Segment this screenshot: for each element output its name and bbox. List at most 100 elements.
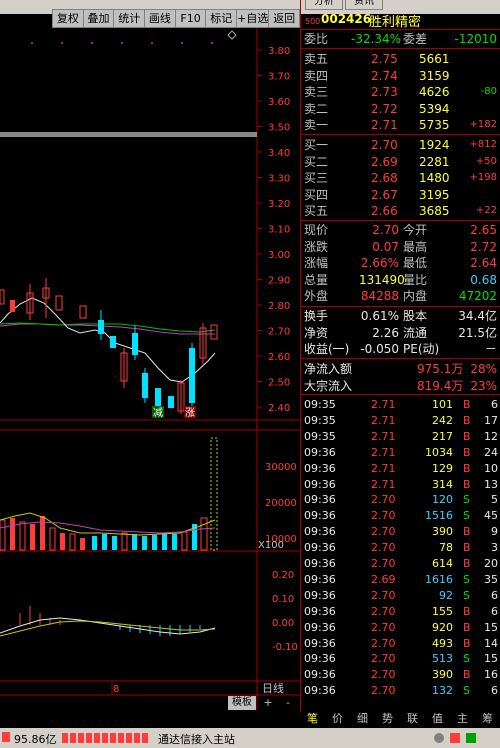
trade-price: 2.71 — [371, 461, 396, 475]
trade-side: B — [463, 541, 471, 555]
ask-row: 卖五 2.75 5661 — [301, 51, 500, 67]
trade-volume: 242 — [432, 413, 453, 427]
quote-value: 2.66% — [360, 256, 399, 270]
trade-row: 09:36 2.71 129 B 10 — [301, 461, 500, 477]
bid-change: +50 — [475, 155, 497, 167]
trade-time: 09:35 — [304, 398, 336, 411]
price-tick-label: 3.60 — [268, 97, 290, 108]
period-label[interactable]: 日线 — [262, 682, 298, 696]
toolbar-back[interactable]: 返回 — [269, 10, 299, 27]
trade-price: 2.70 — [371, 588, 396, 602]
trade-price: 2.70 — [371, 525, 396, 539]
trade-side: S — [463, 509, 470, 523]
quote-value: 2.72 — [470, 239, 497, 254]
quote-value: 0.68 — [470, 272, 497, 287]
toolbar-mark[interactable]: 标记 — [206, 10, 238, 27]
ask-row: 卖一 2.71 5735 +182 — [301, 117, 500, 133]
candlesticks — [0, 278, 218, 414]
trade-volume: 120 — [432, 493, 453, 507]
bid-row: 买三 2.68 1480 +198 — [301, 170, 500, 186]
trade-side: B — [463, 413, 471, 427]
right-tab-4[interactable]: 联 — [400, 712, 425, 726]
trade-count: 12 — [484, 429, 498, 443]
macd-axis: 0.20 0.10 0.00 -0.10 — [272, 570, 298, 653]
trade-time: 09:36 — [304, 509, 336, 523]
date-mark: 8 — [113, 684, 119, 695]
trade-time: 09:36 — [304, 636, 336, 650]
right-tab-0[interactable]: 笔 — [300, 712, 325, 726]
remove-indicator-button[interactable]: - — [278, 696, 298, 710]
bid-row: 买二 2.69 2281 +50 — [301, 154, 500, 170]
fund-label: 股本 — [403, 309, 428, 323]
trade-volume: 314 — [432, 477, 453, 491]
bid-label: 买一 — [304, 138, 329, 152]
status-bar: 95.86亿 通达信接入主站 — [0, 728, 500, 748]
kline-chart[interactable]: 3.80 3.70 3.60 3.50 3.40 3.30 3.20 3.10 3.00 2.90… — [0, 28, 300, 710]
volume-tick-label: 30000 — [265, 462, 297, 473]
volume-unit: X100 — [258, 540, 284, 551]
quote-row: 总量 131490 量比 0.68 — [301, 272, 500, 288]
trade-time: 09:36 — [304, 604, 336, 618]
ask-price: 2.73 — [371, 85, 398, 99]
ask-row: 卖三 2.73 4626 -80 — [301, 84, 500, 100]
bid-label: 买二 — [304, 154, 329, 169]
bid-volume: 1924 — [419, 138, 450, 152]
trade-volume: 132 — [432, 684, 453, 698]
diamond-icon — [227, 30, 237, 40]
trade-side: B — [463, 461, 471, 475]
right-tab-1[interactable]: 价 — [325, 712, 350, 726]
quote-value: 47202 — [458, 289, 497, 303]
price-tick-label: 3.10 — [268, 225, 290, 236]
trade-price: 2.70 — [371, 684, 396, 698]
trade-row: 09:36 2.70 390 B 9 — [301, 524, 500, 540]
toolbar-stats[interactable]: 统计 — [114, 10, 146, 27]
toolbar-draw[interactable]: 画线 — [145, 10, 176, 27]
add-indicator-button[interactable]: + — [258, 696, 278, 710]
trade-time: 09:36 — [304, 652, 336, 666]
trade-volume: 1034 — [425, 445, 453, 459]
stock-code-small: 500 — [305, 17, 321, 26]
trade-side: B — [463, 557, 471, 570]
flow-value: 819.4万 — [417, 378, 464, 393]
right-tab-6[interactable]: 主 — [450, 712, 475, 726]
fund-row: 收益(一) -0.050 PE(动) － — [301, 341, 500, 357]
quote-row: 涨幅 2.66% 最低 2.64 — [301, 255, 500, 271]
trade-price: 2.71 — [371, 413, 396, 427]
template-button[interactable]: 模板 — [228, 696, 256, 710]
trade-time: 09:36 — [304, 557, 336, 570]
trade-count: 13 — [484, 477, 498, 491]
trade-time: 09:36 — [304, 620, 336, 634]
ask-change: +182 — [469, 119, 497, 130]
trade-price: 2.69 — [371, 572, 396, 586]
right-tab-3[interactable]: 势 — [375, 712, 400, 726]
toolbar-f10[interactable]: F10 — [176, 10, 207, 27]
trade-count: 10 — [484, 461, 498, 475]
bid-price: 2.66 — [371, 204, 398, 218]
price-axis: 3.80 3.70 3.60 3.50 3.40 3.30 3.20 3.10 3.00 2.90… — [257, 46, 290, 414]
toolbar-add-watchlist[interactable]: +自选 — [237, 10, 270, 27]
chart-bottom-bar: 模板 + - — [0, 696, 300, 710]
quote-value: 0.07 — [372, 239, 399, 254]
trade-volume: 101 — [432, 398, 453, 411]
fund-value: -0.050 — [360, 342, 399, 356]
minus-marker-text: 减 — [153, 407, 163, 419]
trade-count: 3 — [491, 541, 498, 555]
trade-price: 2.71 — [371, 477, 396, 491]
trade-side: S — [463, 684, 470, 698]
quote-panel: 500 002426 胜利精密 委比 -32.34% 委差 -12010 卖五 2… — [300, 0, 500, 712]
trade-side: S — [463, 572, 470, 586]
ask-volume: 5661 — [419, 52, 450, 66]
toolbar-overlay[interactable]: 叠加 — [84, 10, 115, 27]
trade-volume: 920 — [432, 620, 453, 634]
price-tick-label: 3.00 — [268, 250, 290, 261]
fund-value: 2.26 — [372, 325, 399, 340]
bid-price: 2.69 — [371, 154, 398, 169]
trade-count: 6 — [491, 604, 498, 618]
right-tab-2[interactable]: 细 — [350, 712, 375, 726]
trade-count: 35 — [484, 572, 498, 586]
trade-time: 09:36 — [304, 668, 336, 682]
toolbar-fuquan[interactable]: 复权 — [53, 10, 84, 27]
right-tab-7[interactable]: 筹 — [475, 712, 500, 726]
price-tick-label: 3.20 — [268, 199, 290, 210]
right-tab-5[interactable]: 值 — [425, 712, 450, 726]
